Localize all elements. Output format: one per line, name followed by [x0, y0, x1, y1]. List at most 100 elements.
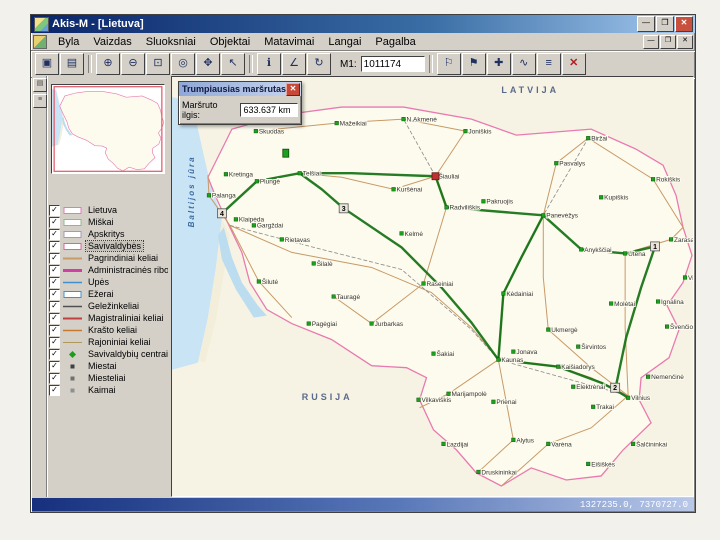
- city-marker: [391, 187, 396, 192]
- city-marker: [586, 461, 591, 466]
- menu-item-byla[interactable]: Byla: [51, 35, 86, 49]
- strip-button-legend[interactable]: ≡: [33, 94, 47, 108]
- layer-checkbox[interactable]: ✓: [49, 228, 60, 240]
- menu-item-sluoksniai[interactable]: Sluoksniai: [139, 35, 203, 49]
- mdi-restore-button[interactable]: ❐: [660, 34, 676, 49]
- layer-row[interactable]: ✓ Pagrindiniai keliai: [49, 252, 168, 264]
- overview-map[interactable]: [51, 84, 165, 174]
- zoom-in-button[interactable]: ⊕: [96, 53, 120, 75]
- layer-row[interactable]: ✓ Savivaldybių centrai: [49, 348, 168, 360]
- route-report-button[interactable]: ≡: [536, 53, 561, 75]
- status-bar: 1327235.0, 7370727.0: [32, 498, 694, 511]
- layer-checkbox[interactable]: ✓: [49, 336, 60, 348]
- minimize-button[interactable]: —: [637, 16, 655, 32]
- zoom-all-button[interactable]: ◎: [171, 53, 195, 75]
- layer-row[interactable]: ✓ Miestai: [49, 360, 168, 372]
- layer-row[interactable]: ✓ Krašto keliai: [49, 324, 168, 336]
- layer-checkbox[interactable]: ✓: [49, 300, 60, 312]
- route-add-node-button[interactable]: ✚: [486, 53, 511, 75]
- layer-symbol-icon: [63, 268, 82, 272]
- pan-button[interactable]: ✥: [196, 53, 220, 75]
- city-label: Kupiškis: [604, 195, 629, 202]
- measure-button[interactable]: ∠: [282, 53, 306, 75]
- menu-item-objektai[interactable]: Objektai: [203, 35, 257, 49]
- city-label: N.Akmenė: [407, 116, 438, 123]
- layer-checkbox[interactable]: ✓: [49, 324, 60, 336]
- layer-row[interactable]: ✓ Kaimai: [49, 384, 168, 396]
- city-marker: [311, 261, 316, 266]
- layer-checkbox[interactable]: ✓: [49, 204, 60, 216]
- city-label: Mažeikiai: [340, 121, 367, 128]
- city-label: Varėna: [551, 441, 572, 448]
- sea-shape: [172, 97, 222, 370]
- refresh-button[interactable]: ↻: [307, 53, 331, 75]
- restore-button[interactable]: ❐: [656, 16, 674, 32]
- city-label: Pagėgiai: [312, 321, 337, 328]
- mdi-minimize-button[interactable]: —: [643, 34, 659, 49]
- layer-checkbox[interactable]: ✓: [49, 264, 60, 276]
- layer-checkbox[interactable]: ✓: [49, 252, 60, 264]
- layer-row[interactable]: ✓ Geležinkeliai: [49, 300, 168, 312]
- layer-row[interactable]: ✓ Ežerai: [49, 288, 168, 300]
- layer-symbol-icon: [63, 257, 82, 259]
- city-marker: [444, 205, 449, 210]
- layer-checkbox[interactable]: ✓: [49, 348, 60, 360]
- title-bar[interactable]: Akis-M - [Lietuva] — ❐ ✕: [31, 15, 695, 33]
- city-marker: [369, 321, 374, 326]
- route-clear-button[interactable]: ✕: [561, 53, 586, 75]
- city-label: Telšiai: [303, 171, 321, 178]
- layer-symbol-icon: [63, 341, 82, 343]
- layer-checkbox[interactable]: ✓: [49, 216, 60, 228]
- menu-item-pagalba[interactable]: Pagalba: [368, 35, 422, 49]
- route-length-value: 633.637 km: [240, 103, 298, 117]
- route-start-flag-button[interactable]: ⚐: [436, 53, 461, 75]
- shortest-route-dialog[interactable]: Trumpiausias maršrutas ✕ Maršruto ilgis:…: [178, 81, 302, 125]
- layer-checkbox[interactable]: ✓: [49, 288, 60, 300]
- strip-button-layers[interactable]: ▤: [33, 78, 47, 92]
- layer-row[interactable]: ✓ Lietuva: [49, 204, 168, 216]
- layer-row[interactable]: ✓ Miškai: [49, 216, 168, 228]
- dialog-title-bar[interactable]: Trumpiausias maršrutas ✕: [179, 82, 301, 96]
- mdi-close-button[interactable]: ✕: [677, 34, 693, 49]
- print-button[interactable]: ▤: [60, 53, 84, 75]
- city-label: Prienai: [496, 399, 516, 406]
- menu-item-matavimai[interactable]: Matavimai: [257, 35, 321, 49]
- layer-checkbox[interactable]: ✓: [49, 312, 60, 324]
- select-arrow-button[interactable]: ↖: [221, 53, 245, 75]
- layer-row[interactable]: ✓ Savivaldybės: [49, 240, 168, 252]
- city-label: Kaunas: [501, 357, 524, 364]
- map-canvas[interactable]: LATVIJA RUSIJA Baltijos jūra Skuodas Mažeiki…: [172, 77, 693, 496]
- layer-row[interactable]: ✓ Apskritys: [49, 228, 168, 240]
- info-button[interactable]: ℹ: [257, 53, 281, 75]
- map-area[interactable]: LATVIJA RUSIJA Baltijos jūra Skuodas Mažeiki…: [171, 76, 694, 497]
- layer-checkbox[interactable]: ✓: [49, 372, 60, 384]
- region-label: LATVIJA: [501, 85, 559, 95]
- layer-symbol-icon: [63, 305, 82, 307]
- zoom-out-button[interactable]: ⊖: [121, 53, 145, 75]
- layer-checkbox[interactable]: ✓: [49, 240, 60, 252]
- city-marker: [682, 275, 688, 280]
- layer-row[interactable]: ✓ Magistraliniai keliai: [49, 312, 168, 324]
- zoom-window-button[interactable]: ⊡: [146, 53, 170, 75]
- overview-map-canvas: [52, 86, 164, 172]
- layer-checkbox[interactable]: ✓: [49, 384, 60, 396]
- close-button[interactable]: ✕: [675, 16, 693, 32]
- layer-checkbox[interactable]: ✓: [49, 360, 60, 372]
- layer-row[interactable]: ✓ Miesteliai: [49, 372, 168, 384]
- route-shortest-button[interactable]: ∿: [511, 53, 536, 75]
- layer-row[interactable]: ✓ Upės: [49, 276, 168, 288]
- city-marker: [511, 437, 516, 442]
- city-marker: [253, 129, 258, 134]
- layer-row[interactable]: ✓ Administracinės ribos: [49, 264, 168, 276]
- layer-label: Magistraliniai keliai: [88, 313, 164, 323]
- layer-checkbox[interactable]: ✓: [49, 276, 60, 288]
- route-end-flag-button[interactable]: ⚑: [461, 53, 486, 75]
- menu-item-vaizdas[interactable]: Vaizdas: [86, 35, 138, 49]
- dialog-close-icon[interactable]: ✕: [286, 82, 300, 96]
- menu-item-langai[interactable]: Langai: [321, 35, 368, 49]
- scale-input[interactable]: [360, 56, 425, 72]
- menu-bar: Byla Vaizdas Sluoksniai Objektai Matavimai La…: [31, 33, 695, 51]
- city-marker: [496, 357, 501, 362]
- layer-row[interactable]: ✓ Rajoniniai keliai: [49, 336, 168, 348]
- open-button[interactable]: ▣: [35, 53, 59, 75]
